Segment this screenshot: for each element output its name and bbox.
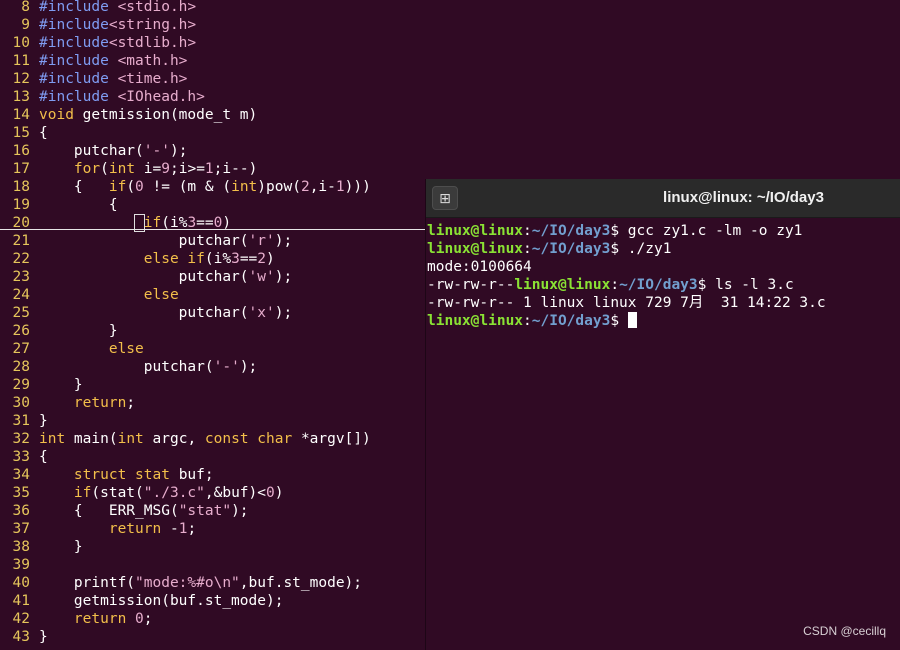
code-text: putchar('-');	[39, 143, 188, 159]
code-text: return -1;	[108, 521, 197, 537]
line-number: 29	[12, 377, 30, 393]
line-number: 13	[12, 89, 30, 105]
line-number: 35	[12, 485, 30, 501]
code-line[interactable]: 16 putchar('-');	[0, 142, 900, 160]
code-text: struct stat buf;	[73, 467, 214, 483]
line-number: 10	[12, 35, 30, 51]
line-number: 27	[12, 341, 30, 357]
code-line[interactable]: 14 void getmission(mode_t m)	[0, 106, 900, 124]
code-line[interactable]: 8 #include <stdio.h>	[0, 0, 900, 16]
terminal-titlebar: ⊞ linux@linux: ~/IO/day3	[426, 179, 900, 218]
line-number: 36	[12, 503, 30, 519]
terminal-window[interactable]: ⊞ linux@linux: ~/IO/day3 linux@linux:~/I…	[425, 179, 900, 650]
code-text: {	[39, 125, 48, 141]
line-number: 22	[12, 251, 30, 267]
code-line[interactable]: 9 #include<string.h>	[0, 16, 900, 34]
line-number: 16	[12, 143, 30, 159]
code-text: #include <stdio.h>	[39, 0, 197, 15]
code-line[interactable]: 17 for(int i=9;i>=1;i--)	[0, 160, 900, 178]
line-number: 17	[12, 161, 30, 177]
line-number: 26	[12, 323, 30, 339]
line-number: 14	[12, 107, 30, 123]
code-text: #include <math.h>	[39, 53, 188, 69]
code-line[interactable]: 10 #include<stdlib.h>	[0, 34, 900, 52]
cursor-line-underline	[0, 229, 425, 230]
line-number: 38	[12, 539, 30, 555]
line-number: 25	[12, 305, 30, 321]
code-line[interactable]: 13 #include <IOhead.h>	[0, 88, 900, 106]
code-text: }	[39, 323, 118, 339]
code-text: int main(int argc, const char *argv[])	[39, 431, 371, 447]
code-line[interactable]: 15 {	[0, 124, 900, 142]
line-number: 41	[12, 593, 30, 609]
line-number: 19	[12, 197, 30, 213]
code-line[interactable]: 12 #include <time.h>	[0, 70, 900, 88]
code-text: }	[39, 413, 48, 429]
code-text: for(int i=9;i>=1;i--)	[73, 161, 258, 177]
line-number: 9	[21, 17, 30, 33]
code-text: else	[143, 287, 179, 303]
line-number: 40	[12, 575, 30, 591]
code-text: }	[39, 629, 48, 645]
code-text: #include<stdlib.h>	[39, 35, 197, 51]
line-number: 34	[12, 467, 30, 483]
watermark: CSDN @cecillq	[803, 624, 886, 638]
line-number: 11	[12, 53, 30, 69]
code-text: return;	[73, 395, 136, 411]
line-number: 24	[12, 287, 30, 303]
code-text: putchar('r');	[39, 233, 293, 249]
terminal-line: linux@linux:~/IO/day3$ gcc zy1.c -lm -o …	[427, 223, 803, 239]
terminal-line: -rw-rw-r--linux@linux:~/IO/day3$ ls -l 3…	[427, 277, 794, 293]
code-text: else	[108, 341, 144, 357]
code-text: else if(i%3==2)	[143, 251, 275, 267]
line-number: 23	[12, 269, 30, 285]
line-number: 43	[12, 629, 30, 645]
line-number: 12	[12, 71, 30, 87]
terminal-title: linux@linux: ~/IO/day3	[663, 189, 824, 206]
code-text: if(stat("./3.c",&buf)<0)	[73, 485, 284, 501]
new-tab-icon: ⊞	[439, 191, 451, 207]
code-text: }	[39, 539, 83, 555]
code-text: {	[39, 197, 118, 213]
line-number: 37	[12, 521, 30, 537]
line-number: 31	[12, 413, 30, 429]
code-text: {	[39, 449, 48, 465]
line-number: 39	[12, 557, 30, 573]
line-number: 15	[12, 125, 30, 141]
line-number: 42	[12, 611, 30, 627]
line-number: 18	[12, 179, 30, 195]
code-text: printf("mode:%#o\n",buf.st_mode);	[39, 575, 363, 591]
line-number: 21	[12, 233, 30, 249]
terminal-line: linux@linux:~/IO/day3$ ./zy1	[427, 241, 672, 257]
code-text: return 0;	[73, 611, 153, 627]
code-text: { if(0 != (m & (int)pow(2,i-1)))	[39, 179, 371, 195]
line-number: 8	[21, 0, 30, 15]
line-number: 30	[12, 395, 30, 411]
new-tab-button[interactable]: ⊞	[432, 186, 458, 210]
terminal-line: -rw-rw-r-- 1 linux linux 729 7月 31 14:22…	[427, 295, 826, 311]
code-text: }	[39, 377, 83, 393]
code-text: #include <IOhead.h>	[39, 89, 205, 105]
line-number: 33	[12, 449, 30, 465]
code-text: { ERR_MSG("stat");	[39, 503, 249, 519]
code-text: #include <time.h>	[39, 71, 188, 87]
code-text: putchar('-');	[39, 359, 258, 375]
terminal-line: linux@linux:~/IO/day3$	[427, 312, 637, 330]
code-text: #include<string.h>	[39, 17, 197, 33]
code-text: getmission(buf.st_mode);	[39, 593, 284, 609]
code-text: void getmission(mode_t m)	[39, 107, 258, 123]
line-number: 32	[12, 431, 30, 447]
code-line[interactable]: 11 #include <math.h>	[0, 52, 900, 70]
code-text: putchar('x');	[39, 305, 293, 321]
code-text: putchar('w');	[39, 269, 293, 285]
line-number: 28	[12, 359, 30, 375]
terminal-line: mode:0100664	[427, 259, 532, 275]
